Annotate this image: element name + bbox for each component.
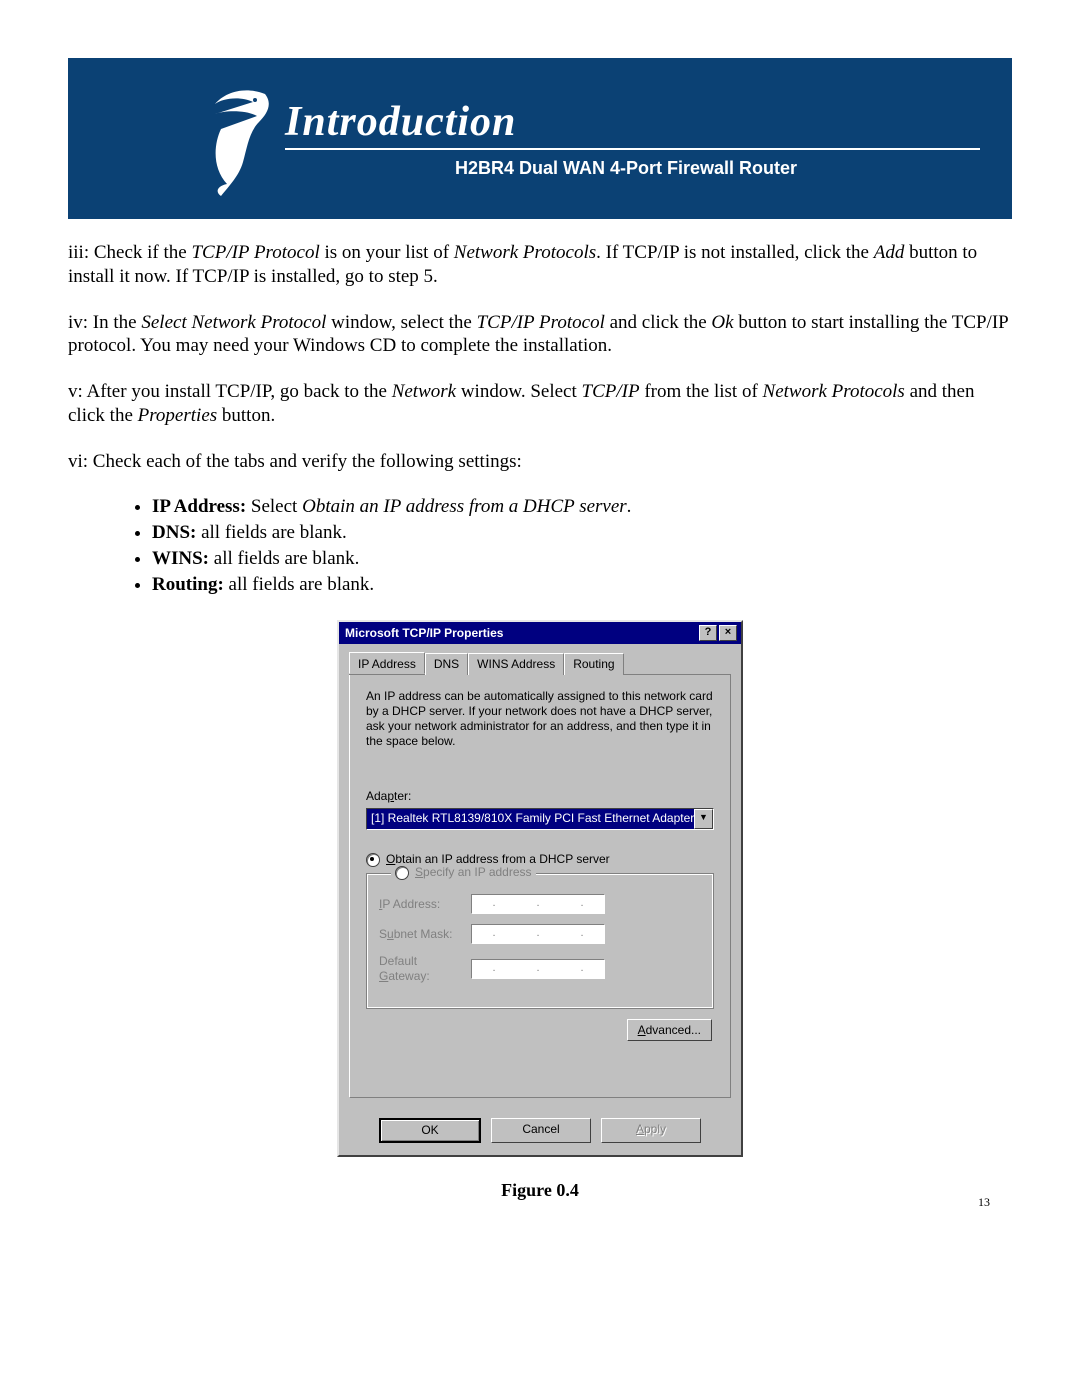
adapter-select[interactable]: [1] Realtek RTL8139/810X Family PCI Fast… <box>366 808 714 830</box>
dialog-title: Microsoft TCP/IP Properties <box>345 626 503 641</box>
close-button[interactable]: × <box>719 625 737 641</box>
figure-caption: Figure 0.4 <box>68 1179 1012 1202</box>
tcpip-properties-dialog: Microsoft TCP/IP Properties ? × IP Addre… <box>337 620 743 1157</box>
list-item: Routing: all fields are blank. <box>152 573 1012 597</box>
subnet-mask-field-row: Subnet Mask: ... <box>379 924 701 944</box>
dropdown-icon[interactable]: ▼ <box>694 809 713 829</box>
advanced-button[interactable]: Advanced... <box>627 1019 712 1041</box>
list-item: DNS: all fields are blank. <box>152 521 1012 545</box>
paragraph-iv: iv: In the Select Network Protocol windo… <box>68 311 1012 359</box>
tab-panel-ip-address: An IP address can be automatically assig… <box>349 675 731 1098</box>
default-gateway-field-row: Default Gateway: ... <box>379 954 701 984</box>
header-banner: Introduction H2BR4 Dual WAN 4-Port Firew… <box>68 58 1012 219</box>
specify-ip-group: Specify an IP address IP Address: ... Su… <box>366 873 714 1009</box>
radio-icon[interactable] <box>366 853 380 867</box>
ip-address-field-row: IP Address: ... <box>379 894 701 914</box>
cancel-button[interactable]: Cancel <box>491 1118 591 1143</box>
banner-rule <box>285 148 980 150</box>
list-item: IP Address: Select Obtain an IP address … <box>152 495 1012 519</box>
tab-strip: IP Address DNS WINS Address Routing <box>349 652 731 675</box>
ok-button[interactable]: OK <box>379 1118 481 1143</box>
paragraph-vi: vi: Check each of the tabs and verify th… <box>68 450 1012 474</box>
body-content: iii: Check if the TCP/IP Protocol is on … <box>68 241 1012 1202</box>
apply-button[interactable]: Apply <box>601 1118 701 1143</box>
dialog-titlebar[interactable]: Microsoft TCP/IP Properties ? × <box>339 622 741 644</box>
list-item: WINS: all fields are blank. <box>152 547 1012 571</box>
default-gateway-input[interactable]: ... <box>471 959 605 979</box>
adapter-selected-value: [1] Realtek RTL8139/810X Family PCI Fast… <box>367 809 694 829</box>
dialog-button-bar: OK Cancel Apply <box>339 1108 741 1155</box>
tab-routing[interactable]: Routing <box>564 653 623 675</box>
page-number: 13 <box>978 1195 990 1210</box>
paragraph-iii: iii: Check if the TCP/IP Protocol is on … <box>68 241 1012 289</box>
settings-bullet-list: IP Address: Select Obtain an IP address … <box>130 495 1012 596</box>
tab-dns[interactable]: DNS <box>425 653 468 675</box>
banner-title: Introduction <box>285 98 516 146</box>
banner-subtitle: H2BR4 Dual WAN 4-Port Firewall Router <box>455 158 797 179</box>
subnet-mask-input[interactable]: ... <box>471 924 605 944</box>
eagle-logo-icon <box>195 74 285 199</box>
tab-ip-address[interactable]: IP Address <box>349 652 425 674</box>
paragraph-v: v: After you install TCP/IP, go back to … <box>68 380 1012 428</box>
help-button[interactable]: ? <box>699 625 717 641</box>
ip-address-input[interactable]: ... <box>471 894 605 914</box>
tab-wins-address[interactable]: WINS Address <box>468 653 564 675</box>
adapter-label: Adapter: <box>366 789 714 804</box>
radio-specify-ip[interactable]: Specify an IP address <box>391 865 536 880</box>
description-text: An IP address can be automatically assig… <box>366 689 714 749</box>
radio-icon[interactable] <box>395 866 409 880</box>
